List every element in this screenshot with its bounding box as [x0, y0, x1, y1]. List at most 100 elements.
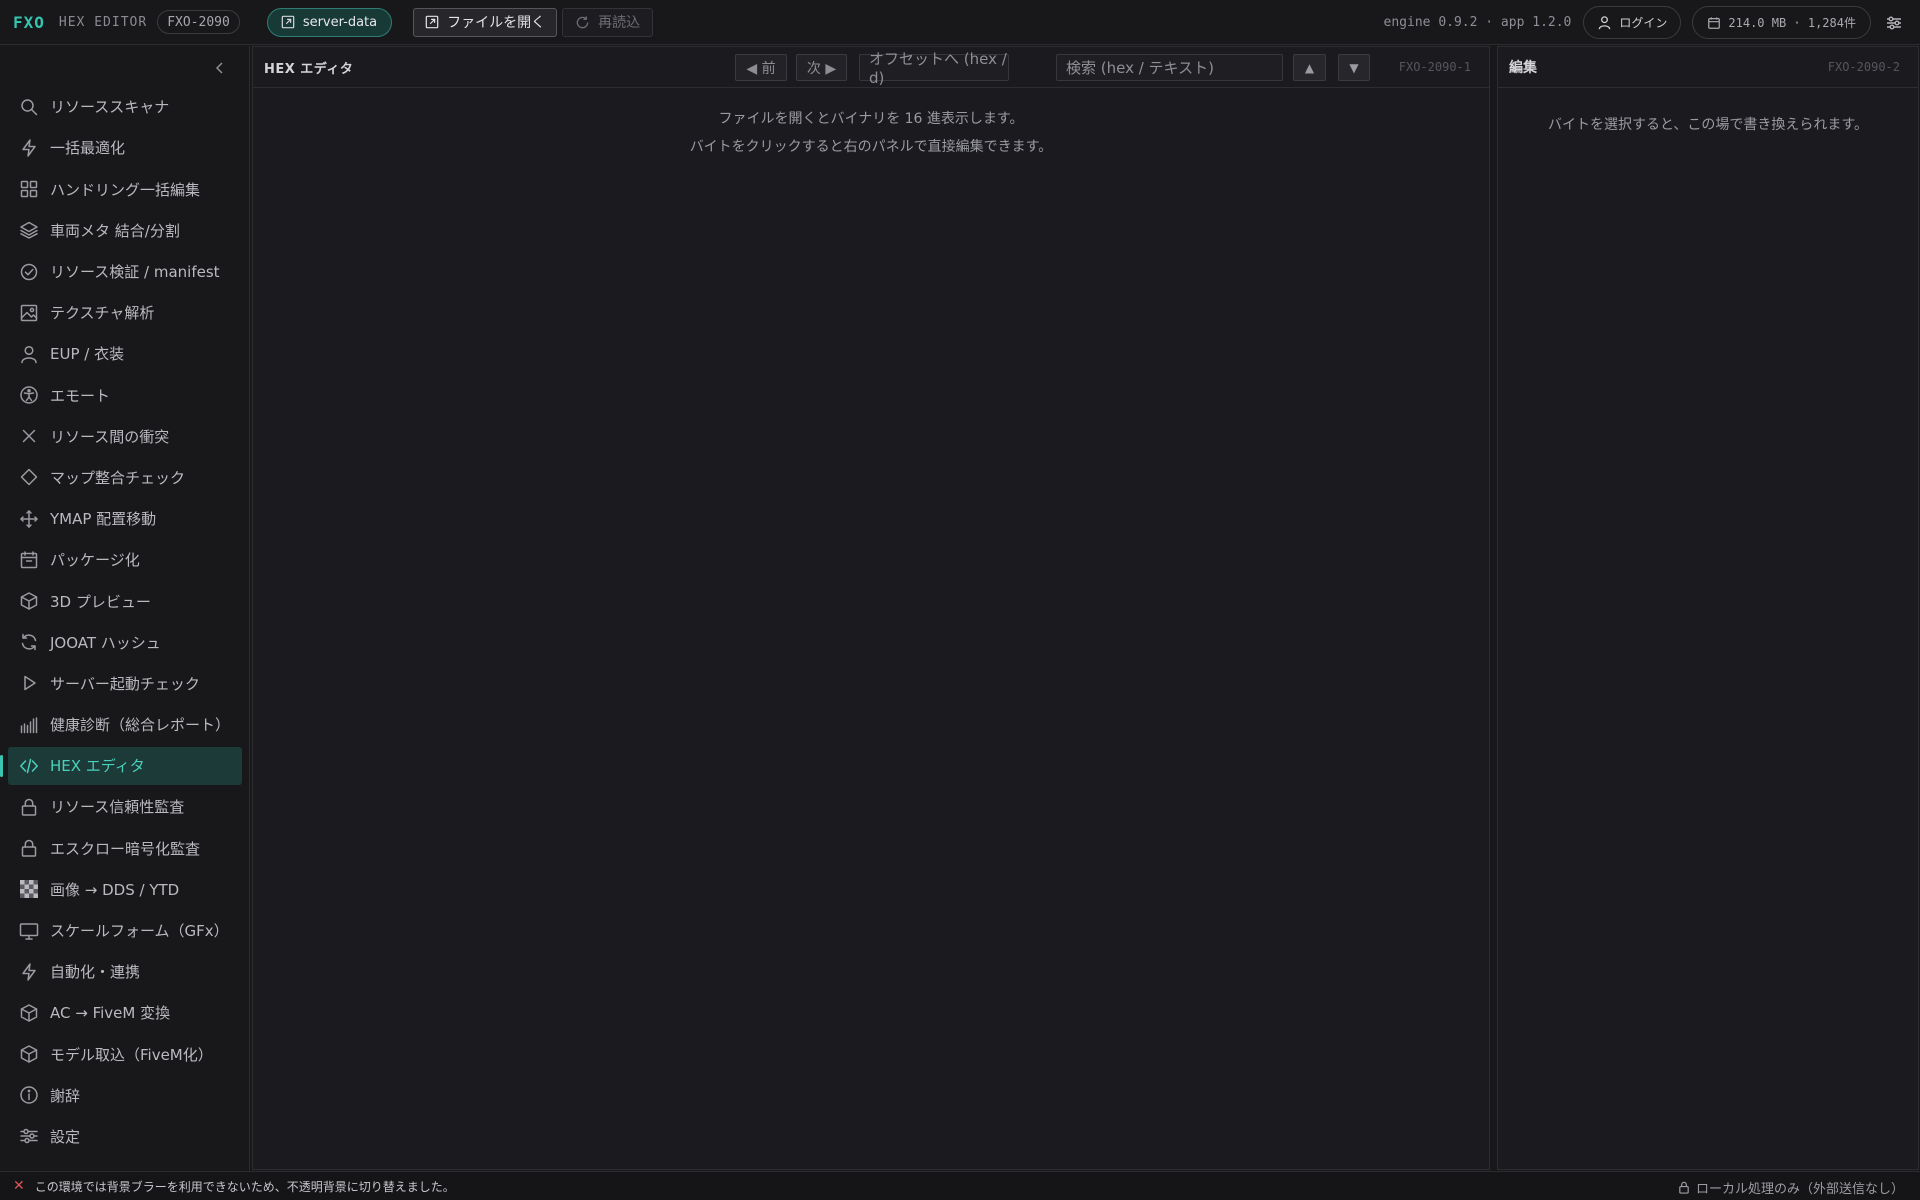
cube-icon — [19, 1003, 39, 1023]
sidebar-item-0[interactable]: リソーススキャナ — [8, 88, 242, 126]
sidebar-item-18[interactable]: エスクロー暗号化監査 — [8, 829, 242, 867]
build-id-badge: FXO-2090 — [157, 10, 240, 34]
local-processing-indicator: ローカル処理のみ（外部送信なし） — [1678, 1178, 1904, 1197]
sidebar-item-10[interactable]: YMAP 配置移動 — [8, 500, 242, 538]
sidebar-item-label: パッケージ化 — [50, 551, 140, 570]
sidebar: リソーススキャナ一括最適化ハンドリング一括編集車両メタ 結合/分割リソース検証 … — [0, 46, 250, 1171]
sidebar-item-label: HEX エディタ — [50, 757, 145, 776]
search-input[interactable]: 検索 (hex / テキスト) — [1056, 54, 1283, 81]
sidebar-item-label: YMAP 配置移動 — [50, 510, 157, 529]
edit-panel: 編集 FXO-2090-2 バイトを選択すると、この場で書き換えられます。 — [1497, 46, 1919, 1170]
sidebar-item-label: 一括最適化 — [50, 139, 126, 158]
refresh-icon — [576, 15, 589, 28]
sidebar-item-24[interactable]: 謝辞 — [8, 1077, 242, 1115]
sidebar-item-7[interactable]: エモート — [8, 376, 242, 414]
local-processing-text: ローカル処理のみ（外部送信なし） — [1695, 1182, 1904, 1197]
check-circle-icon — [19, 262, 39, 282]
open-file-icon — [425, 15, 439, 29]
prev-button[interactable]: ◀ 前 — [735, 54, 787, 81]
sidebar-item-22[interactable]: AC → FiveM 変換 — [8, 994, 242, 1032]
image-icon — [19, 303, 39, 323]
sidebar-item-label: 設定 — [50, 1127, 81, 1146]
app-subtitle: HEX EDITOR — [58, 14, 148, 30]
sidebar-item-label: EUP / 衣装 — [50, 345, 125, 364]
move-icon — [19, 509, 39, 529]
lock-icon — [19, 797, 39, 817]
search-down-button[interactable]: ▼ — [1338, 54, 1370, 81]
sidebar-item-8[interactable]: リソース間の衝突 — [8, 418, 242, 456]
sidebar-item-2[interactable]: ハンドリング一括編集 — [8, 170, 242, 208]
sidebar-item-23[interactable]: モデル取込（FiveM化） — [8, 1035, 242, 1073]
sidebar-item-label: 謝辞 — [50, 1086, 81, 1105]
sidebar-item-4[interactable]: リソース検証 / manifest — [8, 253, 242, 291]
sidebar-item-label: 車両メタ 結合/分割 — [50, 221, 180, 240]
sidebar-item-1[interactable]: 一括最適化 — [8, 129, 242, 167]
reload-label: 再読込 — [598, 15, 641, 31]
error-x-icon[interactable]: ✕ — [13, 1178, 25, 1194]
status-message: この環境では背景ブラーを利用できないため、不透明背景に切り替えました。 — [34, 1179, 455, 1194]
top-bar: FXO HEX EDITOR FXO-2090 server-data ファイル… — [0, 0, 1920, 45]
collapse-sidebar-icon[interactable] — [212, 60, 228, 76]
cube-icon — [19, 1044, 39, 1064]
sidebar-item-label: リソース信頼性監査 — [50, 798, 185, 817]
info-icon — [19, 1085, 39, 1105]
search-up-button[interactable]: ▲ — [1293, 54, 1326, 81]
sidebar-item-label: サーバー起動チェック — [50, 674, 200, 693]
edit-panel-header: 編集 FXO-2090-2 — [1498, 47, 1918, 88]
login-button[interactable]: ログイン — [1583, 6, 1682, 39]
hex-panel-title: HEX エディタ — [264, 61, 354, 77]
sidebar-item-label: マップ整合チェック — [50, 468, 186, 487]
layers-icon — [19, 220, 39, 240]
sidebar-item-label: スケールフォーム（GFx） — [50, 922, 229, 940]
hex-panel-id: FXO-2090-1 — [1398, 60, 1471, 74]
accessibility-icon — [19, 385, 39, 405]
checker-icon — [19, 879, 39, 899]
lock-icon — [19, 838, 39, 858]
sidebar-item-16[interactable]: HEX エディタ — [0, 747, 242, 785]
cube-icon — [19, 591, 39, 611]
sidebar-item-9[interactable]: マップ整合チェック — [8, 459, 242, 497]
user-icon — [1599, 16, 1611, 30]
open-file-button[interactable]: ファイルを開く — [413, 7, 558, 37]
sidebar-item-14[interactable]: サーバー起動チェック — [8, 665, 242, 703]
offset-input[interactable]: オフセットへ (hex / d) — [859, 50, 1009, 87]
sidebar-item-label: エモート — [50, 386, 111, 405]
status-bar: ✕ この環境では背景ブラーを利用できないため、不透明背景に切り替えました。 ロー… — [0, 1171, 1920, 1200]
sidebar-item-3[interactable]: 車両メタ 結合/分割 — [8, 212, 242, 250]
server-data-button[interactable]: server-data — [266, 7, 393, 37]
sidebar-item-19[interactable]: 画像 → DDS / YTD — [8, 871, 242, 909]
code-icon — [19, 756, 39, 776]
brand-logo: FXO — [13, 12, 45, 32]
sidebar-item-17[interactable]: リソース信頼性監査 — [8, 788, 242, 826]
sidebar-item-21[interactable]: 自動化・連携 — [8, 953, 242, 991]
search-icon — [19, 97, 39, 117]
edit-empty-hint: バイトを選択すると、この場で書き換えられます。 — [1547, 117, 1869, 133]
sidebar-item-13[interactable]: JOOAT ハッシュ — [8, 623, 242, 661]
sliders-icon[interactable] — [1885, 14, 1903, 32]
sidebar-item-label: 健康診断（総合レポート） — [50, 716, 231, 735]
sidebar-item-25[interactable]: 設定 — [8, 1118, 242, 1156]
edit-panel-id: FXO-2090-2 — [1827, 60, 1900, 74]
sidebar-item-label: リソース検証 / manifest — [50, 263, 220, 281]
hex-empty-hint: ファイルを開くとバイナリを 16 進表示します。 バイトをクリックすると右のパネ… — [253, 105, 1489, 161]
next-button[interactable]: 次 ▶ — [796, 54, 847, 81]
memory-usage-badge[interactable]: 214.0 MB · 1,284件 — [1692, 6, 1871, 39]
sidebar-item-label: 自動化・連携 — [50, 963, 141, 982]
sidebar-item-20[interactable]: スケールフォーム（GFx） — [8, 912, 242, 950]
open-file-label: ファイルを開く — [447, 15, 546, 31]
bolt-icon — [19, 962, 39, 982]
sidebar-item-12[interactable]: 3D プレビュー — [8, 582, 242, 620]
sliders-icon — [19, 1126, 39, 1146]
reload-button[interactable]: 再読込 — [562, 7, 654, 37]
sidebar-item-6[interactable]: EUP / 衣装 — [8, 335, 242, 373]
sidebar-item-5[interactable]: テクスチャ解析 — [8, 294, 242, 332]
version-text: engine 0.9.2 · app 1.2.0 — [1383, 15, 1572, 30]
sidebar-item-11[interactable]: パッケージ化 — [8, 541, 242, 579]
sidebar-item-label: モデル取込（FiveM化） — [50, 1045, 213, 1064]
sidebar-item-label: 画像 → DDS / YTD — [50, 880, 180, 899]
sidebar-item-15[interactable]: 健康診断（総合レポート） — [8, 706, 242, 744]
diamond-icon — [19, 467, 39, 487]
monitor-icon — [19, 921, 39, 941]
bolt-icon — [19, 138, 39, 158]
calendar-icon — [1708, 16, 1721, 29]
